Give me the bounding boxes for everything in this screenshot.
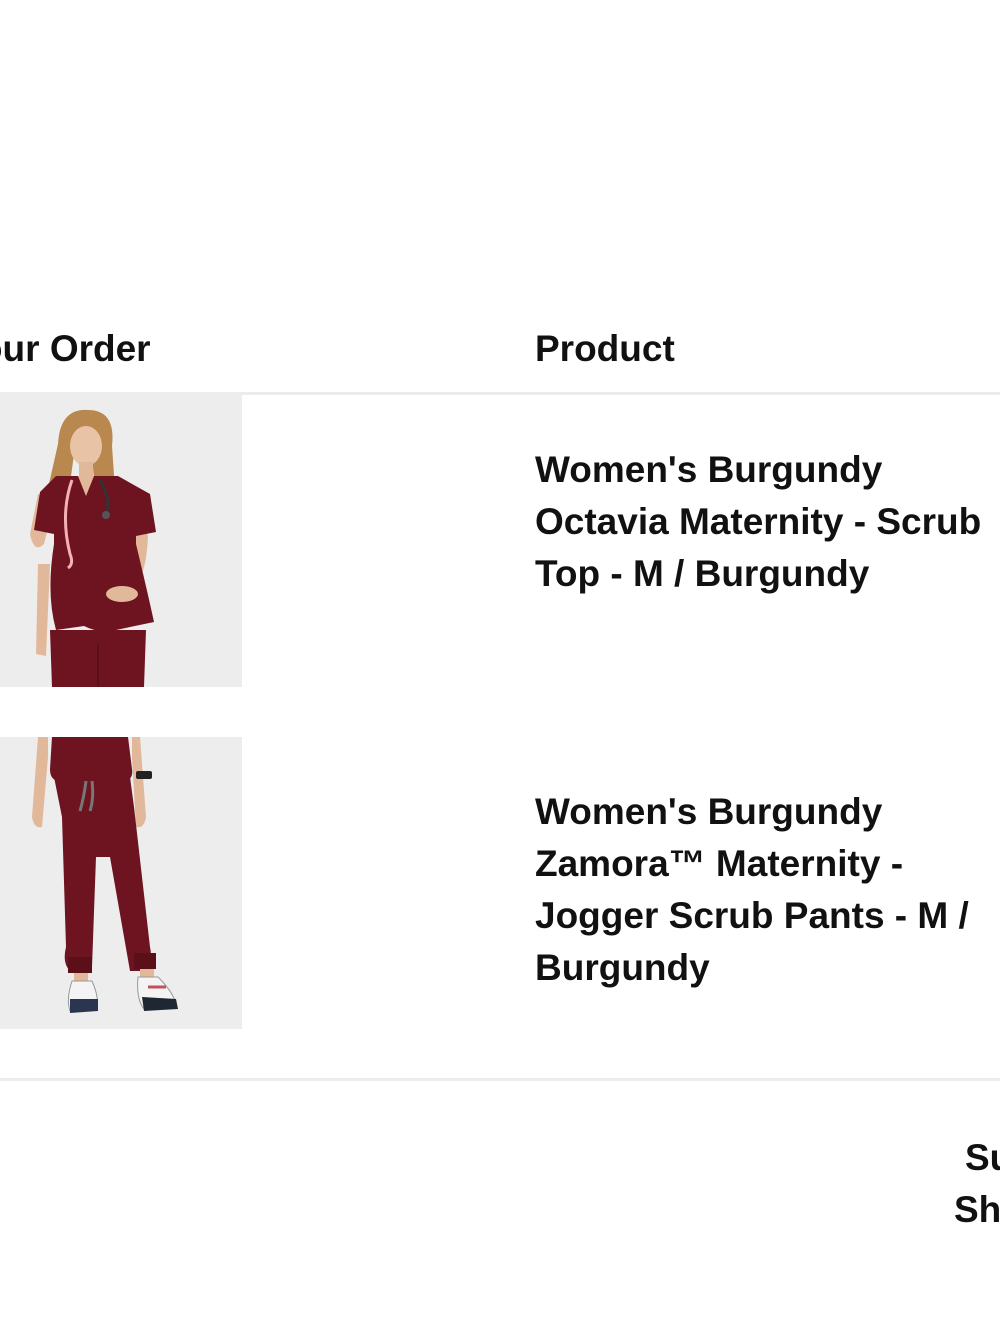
items-divider	[0, 1078, 1000, 1081]
model-scrub-top-image	[0, 394, 242, 687]
order-summary: Subtotal Shipping	[954, 1132, 1000, 1236]
order-table-header: Your Order Product	[0, 322, 1000, 392]
product-name-jogger-pants[interactable]: Women's Burgundy Zamora™ Maternity - Jog…	[535, 786, 985, 994]
product-name-scrub-top[interactable]: Women's Burgundy Octavia Maternity - Scr…	[535, 444, 985, 600]
model-jogger-pants-image	[0, 737, 242, 1029]
product-image-scrub-top[interactable]	[0, 394, 242, 687]
shipping-label: Shipping	[954, 1189, 1000, 1230]
product-column-header: Product	[535, 328, 675, 369]
your-order-heading: Your Order	[0, 328, 151, 369]
subtotal-label: Subtotal	[965, 1137, 1000, 1178]
product-image-jogger-pants[interactable]	[0, 737, 242, 1029]
order-page: Your Order Product	[0, 0, 1000, 1333]
